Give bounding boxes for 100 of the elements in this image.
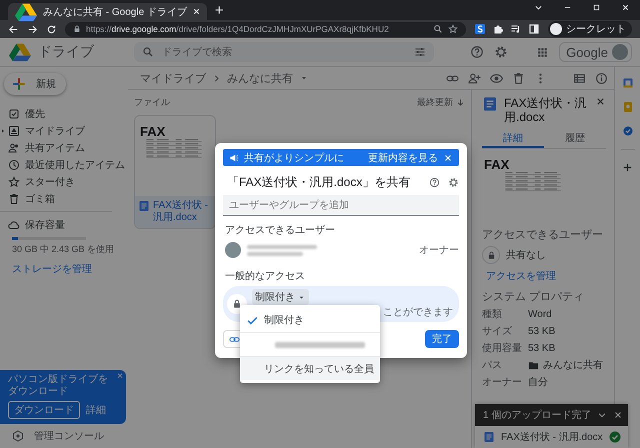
list-view-icon[interactable] <box>573 72 586 84</box>
plus-icon[interactable] <box>622 162 633 173</box>
section-heading: アクセスできるユーザー <box>225 224 336 237</box>
menu-item[interactable]: 制限付き <box>240 308 380 332</box>
nav-item[interactable]: 最近使用したアイテム <box>0 156 129 173</box>
arrow-down-icon[interactable] <box>456 98 465 107</box>
lock-icon <box>73 25 81 33</box>
close-button[interactable]: × <box>117 371 123 382</box>
search-icon <box>142 46 154 58</box>
star-icon[interactable] <box>448 24 458 34</box>
chevron-down-icon[interactable] <box>534 3 543 12</box>
section-heading: 一般的なアクセス <box>225 270 306 283</box>
zoom-icon[interactable] <box>433 24 443 34</box>
avatar <box>225 242 241 258</box>
megaphone-icon <box>229 152 239 162</box>
property-value: 53 KB <box>528 342 556 354</box>
back-arrow-icon[interactable] <box>8 24 19 34</box>
download-button[interactable]: ダウンロード <box>8 401 80 419</box>
lock-glyph-icon <box>232 299 242 309</box>
manage-access-link[interactable]: アクセスを管理 <box>486 269 606 283</box>
property-value: 自分 <box>528 376 548 389</box>
property-value: 53 KB <box>528 326 556 336</box>
close-icon[interactable] <box>621 3 630 12</box>
redacted-text <box>247 252 303 256</box>
new-button[interactable]: 新規 <box>4 73 66 95</box>
calendar-icon[interactable] <box>622 77 634 89</box>
star-icon <box>8 176 20 188</box>
nav-item[interactable]: 共有アイテム <box>0 139 89 156</box>
cloud-icon <box>8 218 20 230</box>
folder-icon <box>528 360 539 370</box>
help-icon[interactable] <box>470 45 484 59</box>
details-tab[interactable]: 詳細 <box>482 130 544 148</box>
forward-arrow-icon[interactable] <box>27 24 38 34</box>
role-label: オーナー <box>419 244 459 257</box>
nav-item[interactable]: マイドライブ <box>0 122 89 139</box>
sort-label[interactable]: 最終更新 <box>417 96 453 109</box>
side-panel-icon[interactable] <box>528 23 540 35</box>
section-heading: アクセスできるユーザー <box>482 228 604 242</box>
property-label: パス <box>482 359 503 372</box>
media-icon[interactable] <box>510 23 522 35</box>
search-input[interactable]: ドライブで検索 <box>162 45 406 59</box>
trash-icon[interactable] <box>512 72 525 84</box>
drive-icon <box>8 124 20 136</box>
details-title: FAX送付状・汎用.docx <box>504 96 588 124</box>
add-people-field[interactable]: ユーザーやグループを追加 <box>223 195 459 216</box>
nav-item[interactable]: 優先 <box>0 105 49 122</box>
document-icon <box>138 200 150 212</box>
property-value: みんなに共有 <box>543 358 603 372</box>
access-status: 共有なし <box>506 248 546 262</box>
storage-nav-item[interactable]: 保存容量 <box>0 216 128 233</box>
document-icon <box>483 431 495 443</box>
apps-grid-icon[interactable] <box>536 46 550 58</box>
new-tab-button[interactable]: + <box>214 3 224 19</box>
nav-item[interactable]: スター付き <box>0 173 79 190</box>
person-add-icon[interactable] <box>468 72 481 84</box>
extension-s-icon[interactable] <box>474 23 486 35</box>
eye-icon[interactable] <box>490 72 503 84</box>
file-name: FAX送付状 - 汎用.docx <box>153 200 210 224</box>
settings-icon[interactable] <box>494 45 508 59</box>
browser-tab[interactable]: みんなに共有 - Google ドライブ <box>8 3 207 20</box>
chevron-right-icon <box>212 74 221 82</box>
menu-item[interactable]: リンクを知っている全員 <box>240 356 380 380</box>
breadcrumb-item[interactable]: みんなに共有 <box>227 70 293 86</box>
expand-caret-icon[interactable] <box>0 128 6 134</box>
preview-title: FAX <box>484 157 510 172</box>
section-heading: システム プロパティ <box>482 290 586 304</box>
close-icon[interactable] <box>192 7 201 16</box>
filter-sliders-icon[interactable] <box>414 46 426 58</box>
details-link[interactable]: 詳細 <box>86 403 106 417</box>
redacted-text <box>247 244 317 248</box>
settings-icon[interactable] <box>448 177 459 188</box>
access-hint: ことができます <box>383 306 454 319</box>
search-bar[interactable]: ドライブで検索 <box>134 42 434 62</box>
property-label: 種類 <box>482 308 503 321</box>
whats-new-link[interactable]: 更新内容を見る <box>368 150 438 164</box>
info-icon[interactable] <box>595 72 608 84</box>
puzzle-icon[interactable] <box>492 23 504 35</box>
help-icon[interactable] <box>429 177 440 188</box>
section-heading: ファイル <box>134 96 170 109</box>
profile-button[interactable]: シークレット <box>548 21 632 37</box>
nav-item[interactable]: ゴミ箱 <box>0 190 59 207</box>
admin-icon <box>12 430 24 442</box>
file-card[interactable]: FAX FAX送付状 - 汎用.docx <box>134 115 216 229</box>
manage-storage-link[interactable]: ストレージを管理 <box>12 262 128 276</box>
tasks-icon[interactable] <box>622 125 634 137</box>
file-name: FAX送付状 - 汎用.docx <box>501 430 603 444</box>
details-tab[interactable]: 履歴 <box>544 130 606 148</box>
maximize-icon[interactable] <box>592 3 601 12</box>
admin-console-link[interactable]: 管理コンソール <box>34 429 104 443</box>
breadcrumb-item[interactable]: マイドライブ <box>140 70 206 86</box>
document-icon <box>482 96 498 112</box>
account-button[interactable]: Google <box>559 42 632 62</box>
plus-icon <box>12 77 26 91</box>
people-icon <box>8 142 20 154</box>
done-button[interactable]: 完了 <box>425 330 459 348</box>
address-bar[interactable]: https://drive.google.com/drive/folders/1Q4DordCzJMHJmXUrPGAXr8qjKfbKHU2 <box>65 22 466 36</box>
access-dropdown[interactable]: 制限付き <box>252 289 309 305</box>
reload-icon[interactable] <box>46 24 57 34</box>
property-label: オーナー <box>482 376 523 389</box>
preview-title: FAX <box>140 124 166 139</box>
